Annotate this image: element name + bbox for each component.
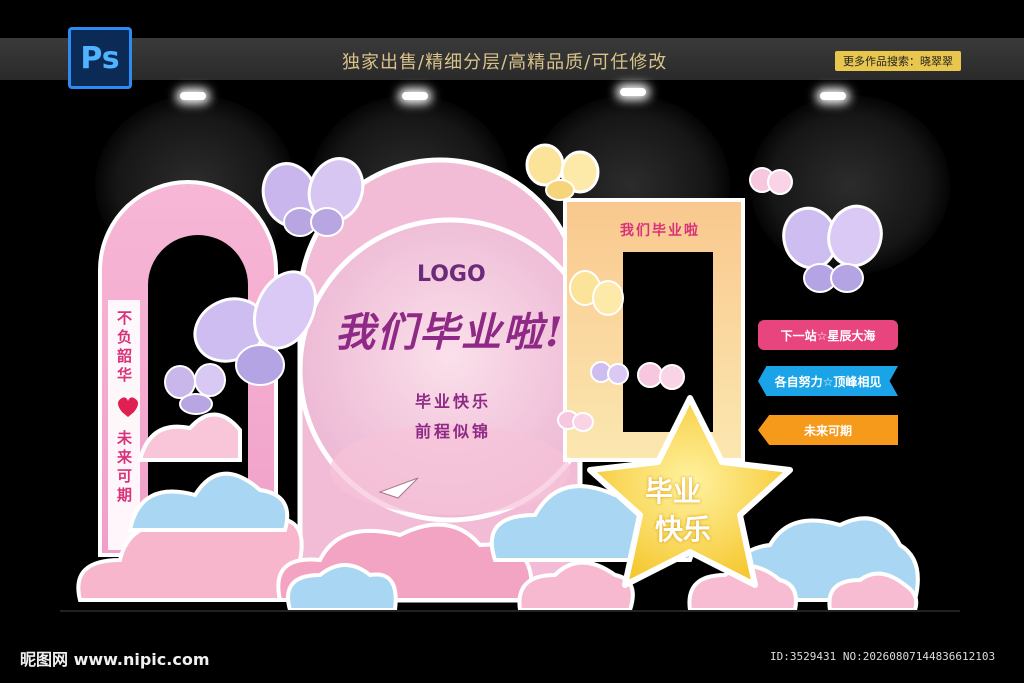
left-arch-text-2: 未来可期 — [115, 430, 133, 506]
main-title: 我们毕业啦! — [335, 309, 565, 356]
left-arch-text-1: 不负韶华 — [115, 310, 133, 386]
butterfly-icon — [525, 143, 600, 201]
sign-work-hard: 各自努力☆顶峰相见 — [758, 366, 898, 396]
footer-id: ID:3529431 NO:20260807144836612103 — [770, 650, 996, 663]
logo-text: LOGO — [417, 262, 486, 287]
frame-title: 我们毕业啦 — [620, 223, 700, 239]
sign-next-stop: 下一站☆星辰大海 — [758, 320, 898, 350]
butterfly-icon — [557, 410, 594, 432]
footer-site[interactable]: 昵图网 www.nipic.com — [20, 646, 210, 670]
butterfly-icon — [749, 167, 793, 195]
butterfly-icon — [782, 204, 883, 293]
star-text-1: 毕业 — [645, 475, 702, 508]
subtitle-line-1: 毕业快乐 — [415, 392, 492, 411]
star-text-2: 快乐 — [655, 513, 712, 546]
sign-future: 未来可期 — [758, 415, 898, 445]
subtitle-line-2: 前程似锦 — [415, 422, 492, 441]
butterfly-icon — [590, 361, 629, 385]
